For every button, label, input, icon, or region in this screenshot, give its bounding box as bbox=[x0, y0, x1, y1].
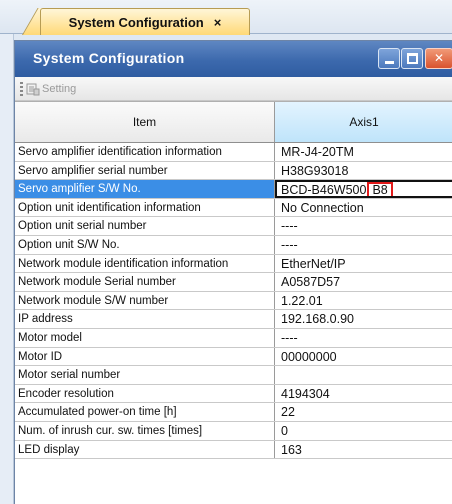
left-panel-edge bbox=[0, 34, 14, 504]
minimize-button[interactable] bbox=[378, 48, 400, 69]
value-cell[interactable]: 22 bbox=[275, 403, 452, 421]
table-row[interactable]: Servo amplifier serial number H38G93018 bbox=[15, 161, 452, 181]
table-row[interactable]: Servo amplifier identification informati… bbox=[15, 143, 452, 162]
value-text: ---- bbox=[281, 237, 298, 252]
window-title: System Configuration bbox=[33, 50, 185, 66]
table-header: Item Axis1 bbox=[15, 102, 452, 143]
value-cell[interactable] bbox=[275, 366, 452, 384]
tab-close-icon[interactable]: × bbox=[214, 15, 222, 30]
minimize-icon bbox=[385, 61, 394, 64]
system-configuration-window: System Configuration ✕ Setting Item Axis… bbox=[14, 40, 452, 504]
table-row[interactable]: Network module S/W number 1.22.01 bbox=[15, 291, 452, 311]
value-cell[interactable]: ---- bbox=[275, 236, 452, 254]
item-cell[interactable]: IP address bbox=[15, 310, 275, 328]
table-row[interactable]: Option unit serial number ---- bbox=[15, 217, 452, 236]
item-cell[interactable]: Motor serial number bbox=[15, 366, 275, 384]
table-row[interactable]: Motor ID 00000000 bbox=[15, 347, 452, 367]
table-row[interactable]: Option unit identification information No… bbox=[15, 198, 452, 218]
setting-button[interactable]: Setting bbox=[26, 79, 76, 99]
column-header-axis1[interactable]: Axis1 bbox=[275, 102, 452, 142]
document-tab-strip: System Configuration × bbox=[0, 0, 452, 35]
item-cell[interactable]: Servo amplifier S/W No. bbox=[15, 180, 275, 198]
value-cell[interactable]: No Connection bbox=[275, 199, 452, 217]
table-row[interactable]: LED display 163 bbox=[15, 440, 452, 460]
item-cell[interactable]: Servo amplifier identification informati… bbox=[15, 143, 275, 161]
item-cell[interactable]: Option unit serial number bbox=[15, 217, 275, 235]
value-text: 0 bbox=[281, 423, 288, 438]
maximize-icon bbox=[407, 53, 418, 64]
setting-icon bbox=[26, 83, 40, 96]
item-cell[interactable]: Network module Serial number bbox=[15, 273, 275, 291]
maximize-button[interactable] bbox=[401, 48, 423, 69]
value-text: 163 bbox=[281, 442, 302, 457]
value-cell[interactable]: ---- bbox=[275, 217, 452, 235]
table-row[interactable]: Num. of inrush cur. sw. times [times] 0 bbox=[15, 421, 452, 441]
toolbar: Setting bbox=[15, 77, 452, 101]
value-cell[interactable]: EtherNet/IP bbox=[275, 255, 452, 273]
table-row[interactable]: Servo amplifier S/W No. BCD-B46W500 B8 bbox=[15, 180, 452, 199]
highlighted-version-suffix: B8 bbox=[367, 182, 393, 196]
item-cell[interactable]: Motor model bbox=[15, 328, 275, 347]
window-titlebar[interactable]: System Configuration ✕ bbox=[15, 41, 452, 77]
item-cell[interactable]: Network module identification informatio… bbox=[15, 254, 275, 273]
table-row[interactable]: Motor serial number bbox=[15, 366, 452, 385]
value-cell[interactable]: 163 bbox=[275, 441, 452, 459]
value-text: ---- bbox=[281, 219, 298, 234]
value-text: 4194304 bbox=[281, 386, 330, 401]
value-cell[interactable]: A0587D57 bbox=[275, 273, 452, 291]
value-text: No Connection bbox=[281, 200, 364, 215]
close-button[interactable]: ✕ bbox=[425, 48, 452, 69]
item-cell[interactable]: Motor ID bbox=[15, 347, 275, 366]
item-cell[interactable]: Servo amplifier serial number bbox=[15, 161, 275, 180]
value-cell[interactable]: 192.168.0.90 bbox=[275, 310, 452, 328]
configuration-table: Item Axis1 Servo amplifier identificatio… bbox=[15, 101, 452, 504]
value-cell[interactable]: 1.22.01 bbox=[275, 292, 452, 310]
value-cell[interactable]: 00000000 bbox=[275, 348, 452, 366]
value-cell[interactable]: ---- bbox=[275, 329, 452, 347]
table-row[interactable]: IP address 192.168.0.90 bbox=[15, 310, 452, 329]
item-cell[interactable]: Option unit S/W No. bbox=[15, 235, 275, 254]
tab-label: System Configuration bbox=[68, 14, 204, 30]
item-cell[interactable]: LED display bbox=[15, 440, 275, 459]
value-cell[interactable]: MR-J4-20TM bbox=[275, 143, 452, 161]
value-text: ---- bbox=[281, 330, 298, 345]
toolbar-grip[interactable] bbox=[20, 82, 23, 96]
tab-system-configuration[interactable]: System Configuration × bbox=[40, 8, 250, 35]
table-row[interactable]: Encoder resolution 4194304 bbox=[15, 384, 452, 404]
value-text: 1.22.01 bbox=[281, 293, 323, 308]
item-cell[interactable]: Option unit identification information bbox=[15, 198, 275, 217]
item-cell[interactable]: Num. of inrush cur. sw. times [times] bbox=[15, 421, 275, 440]
value-cell[interactable]: H38G93018 bbox=[275, 162, 452, 180]
value-text: MR-J4-20TM bbox=[281, 145, 354, 159]
value-text: BCD-B46W500 bbox=[281, 183, 367, 198]
value-text: 00000000 bbox=[281, 349, 337, 364]
value-text: 192.168.0.90 bbox=[281, 312, 354, 327]
item-cell[interactable]: Network module S/W number bbox=[15, 291, 275, 310]
value-cell[interactable]: BCD-B46W500 B8 bbox=[275, 180, 452, 198]
value-cell[interactable]: 0 bbox=[275, 422, 452, 440]
value-text: H38G93018 bbox=[281, 163, 349, 178]
value-text: EtherNet/IP bbox=[281, 256, 346, 271]
table-body: Servo amplifier identification informati… bbox=[15, 143, 452, 460]
table-row[interactable]: Motor model ---- bbox=[15, 328, 452, 348]
table-row[interactable]: Option unit S/W No. ---- bbox=[15, 235, 452, 255]
table-row[interactable]: Network module Serial number A0587D57 bbox=[15, 273, 452, 292]
setting-label: Setting bbox=[42, 83, 77, 95]
close-icon: ✕ bbox=[433, 51, 445, 65]
value-cell[interactable]: 4194304 bbox=[275, 385, 452, 403]
value-text: A0587D57 bbox=[281, 275, 341, 290]
item-cell[interactable]: Encoder resolution bbox=[15, 384, 275, 403]
table-row[interactable]: Accumulated power-on time [h] 22 bbox=[15, 403, 452, 422]
value-text: 22 bbox=[281, 405, 295, 420]
item-cell[interactable]: Accumulated power-on time [h] bbox=[15, 403, 275, 421]
table-row[interactable]: Network module identification informatio… bbox=[15, 254, 452, 274]
column-header-item[interactable]: Item bbox=[15, 102, 275, 142]
